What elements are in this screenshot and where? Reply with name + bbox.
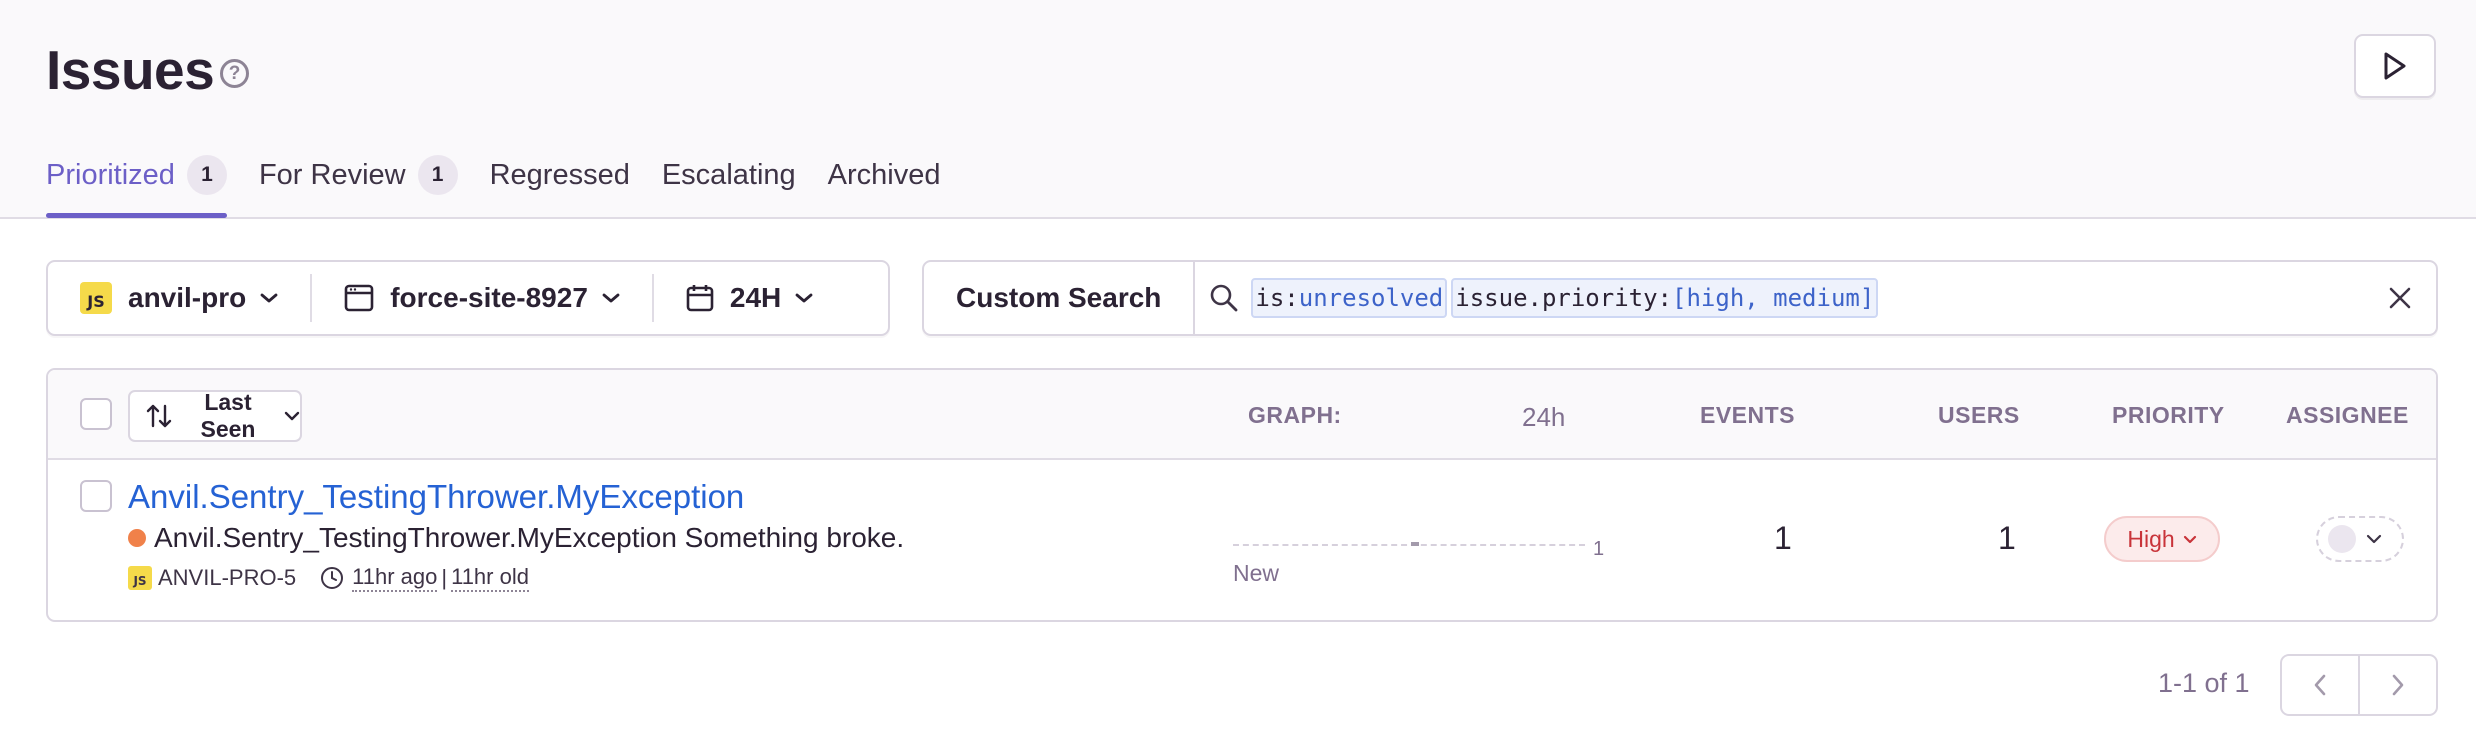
calendar-icon bbox=[686, 284, 714, 312]
javascript-platform-icon: JS bbox=[128, 566, 152, 590]
tab-count-badge: 1 bbox=[417, 155, 458, 195]
chevron-left-icon bbox=[2314, 674, 2326, 696]
close-icon[interactable] bbox=[2386, 284, 2414, 312]
page-header: Issues ? Prioritized 1 For Review 1 Regr… bbox=[0, 0, 2476, 219]
environment-filter[interactable]: force-site-8927 bbox=[310, 274, 652, 322]
row-checkbox[interactable] bbox=[80, 480, 112, 512]
chevron-down-icon bbox=[2366, 534, 2382, 544]
chevron-down-icon bbox=[602, 292, 620, 304]
tab-regressed[interactable]: Regressed bbox=[490, 140, 630, 210]
page-filter-bar: JS anvil-pro force-site-8927 24H bbox=[46, 260, 890, 336]
sort-label: Last Seen bbox=[200, 389, 256, 442]
event-graph[interactable] bbox=[1233, 540, 1585, 546]
avatar bbox=[2328, 525, 2356, 553]
priority-column-header: PRIORITY bbox=[2112, 402, 2225, 428]
environment-filter-label: force-site-8927 bbox=[390, 282, 588, 313]
assignee-dropdown[interactable] bbox=[2316, 516, 2404, 562]
priority-dropdown[interactable]: High bbox=[2104, 516, 2220, 562]
graph-bar bbox=[1411, 542, 1419, 546]
play-button[interactable] bbox=[2354, 34, 2436, 98]
graph-period-toggle[interactable]: 24h bbox=[1522, 402, 1565, 433]
search-icon bbox=[1209, 283, 1239, 313]
project-filter[interactable]: JS anvil-pro bbox=[48, 262, 310, 334]
chevron-down-icon bbox=[260, 292, 278, 304]
issue-meta: JS ANVIL-PRO-5 11hr ago | 11hr old bbox=[128, 564, 529, 592]
search-token-priority[interactable]: issue.priority:[high, medium] bbox=[1451, 278, 1879, 318]
tab-for-review[interactable]: For Review 1 bbox=[259, 140, 458, 210]
chevron-down-icon bbox=[2183, 535, 2197, 544]
search-token-key: issue.priority: bbox=[1455, 284, 1673, 312]
issues-table: Last Seen GRAPH: 24h EVENTS USERS PRIORI… bbox=[46, 368, 2438, 622]
sort-arrows-icon bbox=[146, 402, 172, 430]
issue-short-id[interactable]: ANVIL-PRO-5 bbox=[158, 565, 296, 591]
search-token-value: [high, medium] bbox=[1672, 284, 1875, 312]
issue-tabs: Prioritized 1 For Review 1 Regressed Esc… bbox=[46, 140, 972, 219]
tab-count-badge: 1 bbox=[186, 155, 227, 195]
issue-message-text: Anvil.Sentry_TestingThrower.MyException … bbox=[154, 522, 905, 553]
search-token-status[interactable]: is:unresolved bbox=[1251, 278, 1448, 318]
date-filter-label: 24H bbox=[729, 282, 782, 313]
play-icon bbox=[2384, 52, 2406, 80]
users-count[interactable]: 1 bbox=[1998, 520, 2016, 557]
meta-separator: | bbox=[441, 565, 448, 590]
graph-column-header: GRAPH: bbox=[1248, 402, 1342, 428]
issue-message: Anvil.Sentry_TestingThrower.MyException … bbox=[128, 522, 904, 554]
tab-label: Archived bbox=[827, 158, 941, 191]
first-seen-age[interactable]: 11hr old bbox=[451, 564, 529, 592]
issue-status-new: New bbox=[1233, 560, 1280, 586]
tab-label: Escalating bbox=[661, 158, 796, 191]
search-token-key: is: bbox=[1255, 284, 1299, 312]
tab-label: Regressed bbox=[489, 158, 630, 191]
error-level-icon bbox=[128, 529, 146, 547]
question-circle-icon[interactable]: ? bbox=[220, 59, 249, 88]
graph-max-label: 1 bbox=[1593, 538, 1605, 560]
events-column-header: EVENTS bbox=[1700, 402, 1796, 428]
assignee-column-header: ASSIGNEE bbox=[2286, 402, 2409, 428]
tab-prioritized[interactable]: Prioritized 1 bbox=[46, 140, 227, 218]
tab-label: For Review bbox=[258, 158, 406, 191]
previous-page-button[interactable] bbox=[2282, 656, 2358, 714]
next-page-button[interactable] bbox=[2358, 656, 2436, 714]
chevron-down-icon bbox=[284, 411, 300, 421]
clock-icon bbox=[320, 566, 344, 590]
window-icon bbox=[344, 284, 374, 312]
events-count[interactable]: 1 bbox=[1774, 520, 1792, 557]
tab-escalating[interactable]: Escalating bbox=[662, 140, 796, 210]
tab-archived[interactable]: Archived bbox=[828, 140, 941, 210]
select-all-checkbox[interactable] bbox=[80, 398, 112, 430]
pagination-controls bbox=[2280, 654, 2438, 716]
priority-label: High bbox=[2127, 525, 2175, 552]
page-title: Issues bbox=[46, 39, 215, 101]
tab-label: Prioritized bbox=[46, 158, 175, 191]
search-token-value: unresolved bbox=[1298, 284, 1444, 312]
date-filter[interactable]: 24H bbox=[651, 274, 845, 322]
javascript-platform-icon: JS bbox=[80, 282, 112, 314]
pagination-summary: 1-1 of 1 bbox=[2158, 668, 2250, 698]
users-column-header: USERS bbox=[1938, 402, 2020, 428]
table-header: Last Seen GRAPH: 24h EVENTS USERS PRIORI… bbox=[48, 370, 2436, 460]
custom-search-button[interactable]: Custom Search bbox=[924, 262, 1196, 334]
table-row[interactable]: Anvil.Sentry_TestingThrower.MyException … bbox=[48, 460, 2436, 620]
chevron-right-icon bbox=[2392, 674, 2404, 696]
issue-search-bar: Custom Search is:unresolved issue.priori… bbox=[922, 260, 2438, 336]
project-filter-label: anvil-pro bbox=[128, 282, 247, 313]
sort-button[interactable]: Last Seen bbox=[128, 389, 302, 442]
chevron-down-icon bbox=[795, 292, 813, 304]
issue-title-link[interactable]: Anvil.Sentry_TestingThrower.MyException bbox=[128, 478, 744, 516]
last-seen-time[interactable]: 11hr ago bbox=[352, 564, 438, 592]
